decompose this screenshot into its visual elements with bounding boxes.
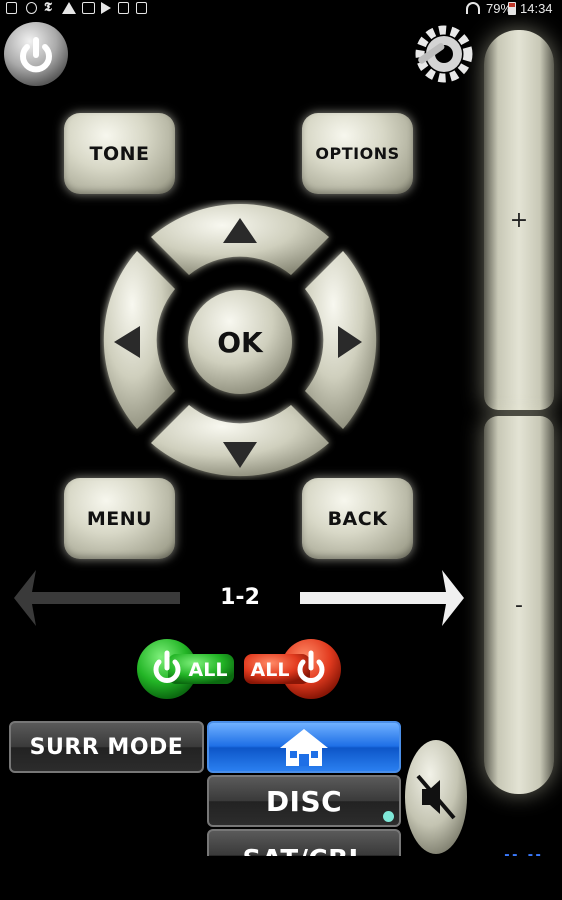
tone-label: TONE [89, 142, 150, 165]
sat-cbl-button[interactable]: SAT/CBL [207, 829, 401, 856]
save-icon [6, 2, 17, 14]
home-button[interactable] [207, 721, 401, 773]
dpad: OK [103, 203, 377, 477]
disc-button[interactable]: DISC [207, 775, 401, 827]
all-on-label: ALL [189, 659, 228, 681]
store-icon [118, 2, 129, 14]
surr-mode-label: SURR MODE [29, 734, 184, 760]
news-icon: 𝕿 [44, 0, 52, 15]
home-icon [280, 729, 328, 766]
volume-down-button[interactable]: - [484, 416, 554, 794]
zone-prev-button[interactable] [12, 566, 182, 630]
surr-mode-button[interactable]: SURR MODE [9, 721, 204, 773]
arrow-right-icon [300, 570, 464, 626]
volume-up-label: + [509, 207, 529, 233]
volume-down-label: - [515, 592, 523, 618]
all-off-button[interactable]: ALL [242, 638, 342, 700]
active-indicator [383, 811, 394, 822]
power-button[interactable] [2, 20, 70, 88]
sat-cbl-label: SAT/CBL [242, 845, 365, 856]
back-label: BACK [327, 507, 388, 530]
menu-button[interactable]: MENU [64, 478, 175, 559]
wifi-icon [466, 2, 480, 14]
page-indicator: -- -- [503, 848, 543, 863]
disc-label: DISC [265, 784, 343, 818]
usb-icon [26, 2, 37, 14]
status-bar: 𝕿 79% 14:34 [0, 0, 562, 18]
gear-icon [415, 25, 473, 83]
clock: 14:34 [520, 1, 553, 16]
volume-up-button[interactable]: + [484, 30, 554, 410]
arrow-left-icon [14, 570, 180, 626]
options-label: OPTIONS [315, 144, 400, 163]
menu-label: MENU [86, 507, 153, 530]
zone-label: 1-2 [220, 585, 260, 610]
all-off-label: ALL [251, 659, 290, 681]
zone-next-button[interactable] [298, 566, 466, 630]
power-icon [4, 22, 68, 86]
battery-icon [508, 2, 516, 15]
ok-label: OK [217, 326, 264, 359]
mail-icon [82, 2, 95, 14]
mute-button[interactable] [404, 738, 468, 856]
settings-button[interactable] [408, 20, 476, 88]
warning-icon [62, 2, 76, 14]
store-icon [136, 2, 147, 14]
options-button[interactable]: OPTIONS [302, 113, 413, 194]
tone-button[interactable]: TONE [64, 113, 175, 194]
all-on-button[interactable]: ALL [136, 638, 236, 700]
back-button[interactable]: BACK [302, 478, 413, 559]
play-icon [101, 2, 111, 14]
